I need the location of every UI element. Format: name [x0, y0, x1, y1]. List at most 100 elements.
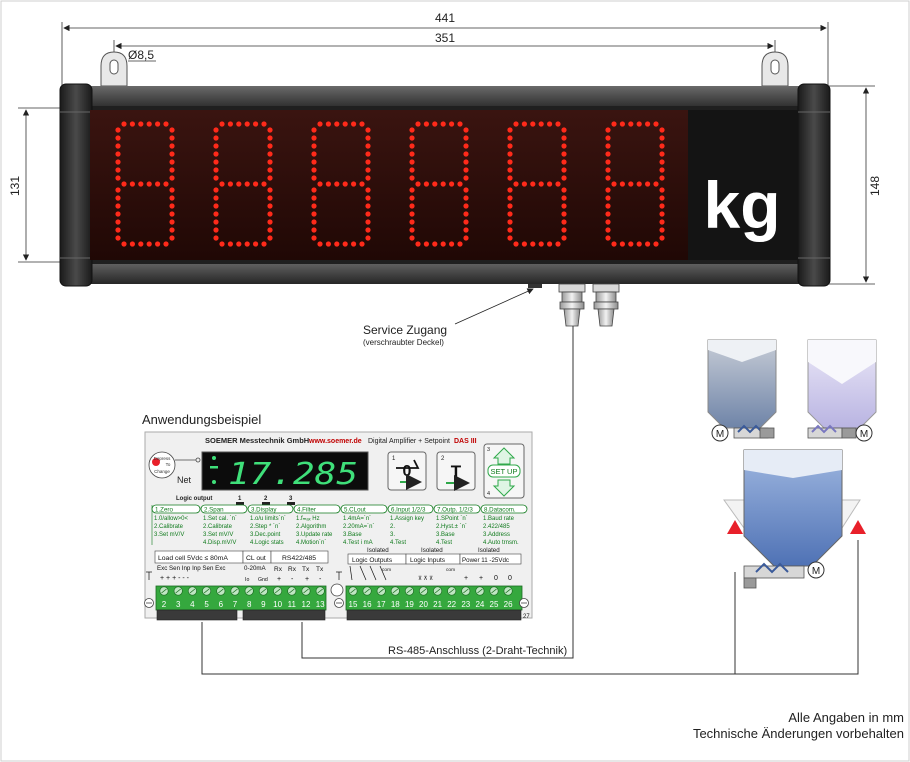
menu-heading: 4.Filter [297, 507, 316, 514]
terminal-number: 17 [377, 600, 386, 609]
svg-text:4: 4 [487, 491, 490, 497]
loadcell-label: Load cell 5Vdc ≤ 80mA [158, 555, 228, 562]
logic-led [262, 502, 270, 505]
menu-item: 1.Set cal. ´n´ [203, 516, 237, 522]
clout-label: CL out [246, 555, 266, 562]
diagram-stage: 441 351 Ø8,5 131 148 kg Service Zugang (… [0, 0, 910, 762]
footer-disclaimer: Technische Änderungen vorbehalten [693, 726, 904, 741]
service-title: Service Zugang [363, 323, 447, 337]
key-zero-button[interactable]: 1 0 [387, 451, 427, 491]
menu-item: 4.Test i mA [343, 540, 373, 546]
svg-text:+: + [479, 575, 483, 582]
svg-text:M: M [812, 566, 820, 577]
menu-item: 2.Calibrate [154, 524, 184, 530]
menu-item: 1.4mA=´n´ [343, 516, 371, 522]
menu-item: 3.Set mV/V [154, 532, 184, 538]
terminal-number: 10 [273, 600, 282, 609]
terminal-number: 6 [219, 600, 224, 609]
logic-inputs-label: Logic Inputs [410, 557, 446, 564]
svg-text:Tx: Tx [316, 566, 324, 573]
tare-glyph: T [451, 462, 462, 481]
svg-text:Isolated: Isolated [421, 547, 443, 554]
menu-item: 4.Logic stats [250, 540, 284, 546]
lcd-reading: 17.285 [228, 457, 358, 492]
footer-units: Alle Angaben in mm [788, 710, 904, 725]
svg-text:Gnd: Gnd [258, 577, 268, 583]
logic-led [287, 502, 295, 505]
menu-heading: 1.Zero [155, 507, 173, 514]
svg-text:com: com [382, 568, 391, 573]
terminal-number: 16 [363, 600, 372, 609]
menu-item: 1.Assign key [390, 516, 424, 522]
terminal-number: 11 [288, 600, 297, 609]
svg-text:+: + [305, 576, 309, 583]
terminal-number: 3 [176, 600, 181, 609]
svg-text:Isolated: Isolated [367, 547, 389, 554]
key-tare-button[interactable]: 2 T [436, 451, 476, 491]
loadcell-pin-labels: Exc Sen Inp Inp Sen Exc [157, 565, 225, 572]
terminal-number: 13 [316, 600, 325, 609]
menu-item: 1.SPoint ´n´ [436, 516, 468, 522]
hopper-right: M [807, 339, 877, 442]
menu-item: 2.Hyst.± ´n´ [436, 524, 467, 530]
menu-item: 3.Set mV/V [203, 532, 233, 538]
menu-heading: 7.Outp. 1/2/3 [437, 507, 473, 514]
menu-heading: 5.CLout [344, 507, 366, 514]
menu-item: 3.Address [483, 532, 510, 538]
led-window [90, 110, 688, 260]
svg-text:Tx: Tx [302, 566, 310, 573]
key-setup-button[interactable]: 3 4 SET UP [483, 443, 525, 499]
rs-label: RS422/485 [282, 555, 316, 562]
menu-item: 4.Auto trnsm. [483, 540, 519, 546]
terminal-number: 18 [391, 600, 400, 609]
menu-item: 4.Motion´n´ [296, 540, 326, 546]
menu-item: 4.Test [436, 540, 452, 546]
svg-text:0: 0 [494, 575, 498, 582]
menu-item: 3.Update rate [296, 532, 333, 538]
loadcell-pin-signs: + + + - - - [160, 575, 190, 582]
service-cover [528, 284, 542, 288]
menu-item: 2.Step * ´n´ [250, 524, 280, 530]
unit-url: www.soemer.de [308, 438, 362, 445]
svg-text:+: + [277, 576, 281, 583]
knob-label-1: Depress [154, 456, 172, 461]
menu-item: 1.o/u limits´n´ [250, 516, 286, 522]
svg-text:M: M [860, 429, 868, 440]
menu-item: 2.Algorithm [296, 524, 326, 530]
terminal-number: 9 [261, 600, 266, 609]
terminal-number: 8 [247, 600, 252, 609]
menu-item: 1.fₘₐₓ Hz [296, 516, 320, 522]
svg-text:3: 3 [487, 447, 490, 453]
rs485-label: RS-485-Anschluss (2-Draht-Technik) [388, 645, 567, 657]
menu-item: 3.Base [436, 532, 455, 538]
dim-total-width: 441 [435, 11, 455, 25]
terminal-number: 2 [162, 600, 167, 609]
terminal-number: 15 [349, 600, 358, 609]
dim-height-right: 148 [868, 176, 882, 196]
terminal-number: 22 [447, 600, 456, 609]
svg-text:Rx: Rx [288, 566, 297, 573]
svg-text:0: 0 [508, 575, 512, 582]
menu-heading: 3.Display [251, 507, 277, 514]
menu-item: 4.Disp.mV/V [203, 540, 236, 546]
dim-height-left: 131 [8, 176, 22, 196]
diagram-canvas: 441 351 Ø8,5 131 148 kg Service Zugang (… [0, 0, 910, 762]
menu-item: 2.20mA=´n´ [343, 524, 375, 530]
menu-item: 1.0/allow>0< [154, 516, 189, 522]
dim-inner-width: 351 [435, 31, 455, 45]
menu-item: 1.Baud rate [483, 516, 515, 522]
svg-text:27: 27 [523, 614, 530, 620]
das3-unit: SOEMER Messtechnik GmbH www.soemer.de Di… [144, 431, 533, 621]
service-subtitle: (verschraubter Deckel) [363, 338, 444, 347]
terminal-number: 20 [419, 600, 428, 609]
menu-item: 3.Dec.point [250, 532, 281, 538]
svg-text:Rx: Rx [274, 566, 283, 573]
logic-outputs-label: Logic Outputs [352, 557, 393, 564]
terminal-number: 24 [475, 600, 484, 609]
logic-led [236, 502, 244, 505]
display-housing: kg [59, 51, 831, 287]
terminal-number: 12 [302, 600, 311, 609]
menu-heading: 6.Input 1/2/3 [391, 507, 426, 514]
terminal-number: 4 [190, 600, 195, 609]
svg-text:com: com [446, 568, 455, 573]
